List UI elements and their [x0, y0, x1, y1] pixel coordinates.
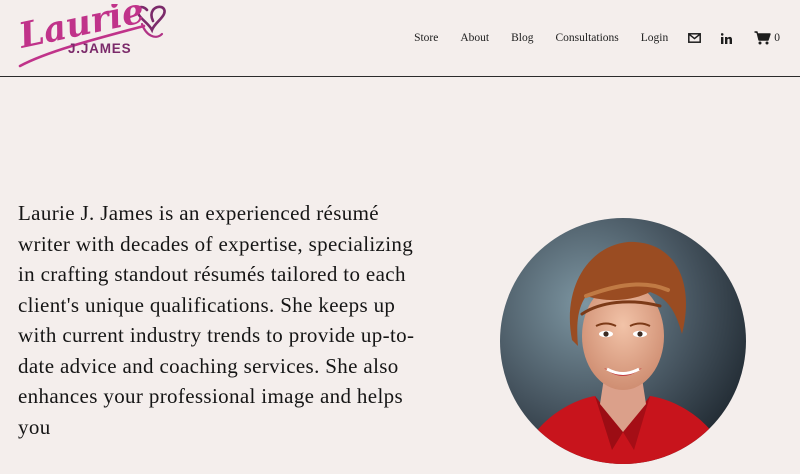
portrait-photo [500, 218, 746, 464]
nav-blog[interactable]: Blog [511, 32, 533, 44]
main-nav: Store About Blog Consultations Login 0 [414, 28, 780, 48]
bio-paragraph: Laurie J. James is an experienced résumé… [18, 201, 415, 439]
site-header: Laurie J.JAMES Store About Blog Consulta… [0, 0, 800, 77]
nav-login[interactable]: Login [641, 32, 668, 44]
nav-consultations[interactable]: Consultations [556, 32, 619, 44]
linkedin-link[interactable] [721, 32, 733, 44]
site-logo[interactable]: Laurie J.JAMES [14, 0, 171, 70]
cart-button[interactable]: 0 [754, 31, 780, 45]
cart-icon [754, 31, 771, 45]
email-link[interactable] [688, 33, 702, 43]
nav-store[interactable]: Store [414, 32, 438, 44]
cart-count: 0 [774, 32, 780, 44]
logo-subtitle: J.JAMES [68, 41, 131, 56]
nav-about[interactable]: About [460, 32, 489, 44]
linkedin-icon [721, 32, 733, 44]
envelope-icon [688, 33, 702, 43]
